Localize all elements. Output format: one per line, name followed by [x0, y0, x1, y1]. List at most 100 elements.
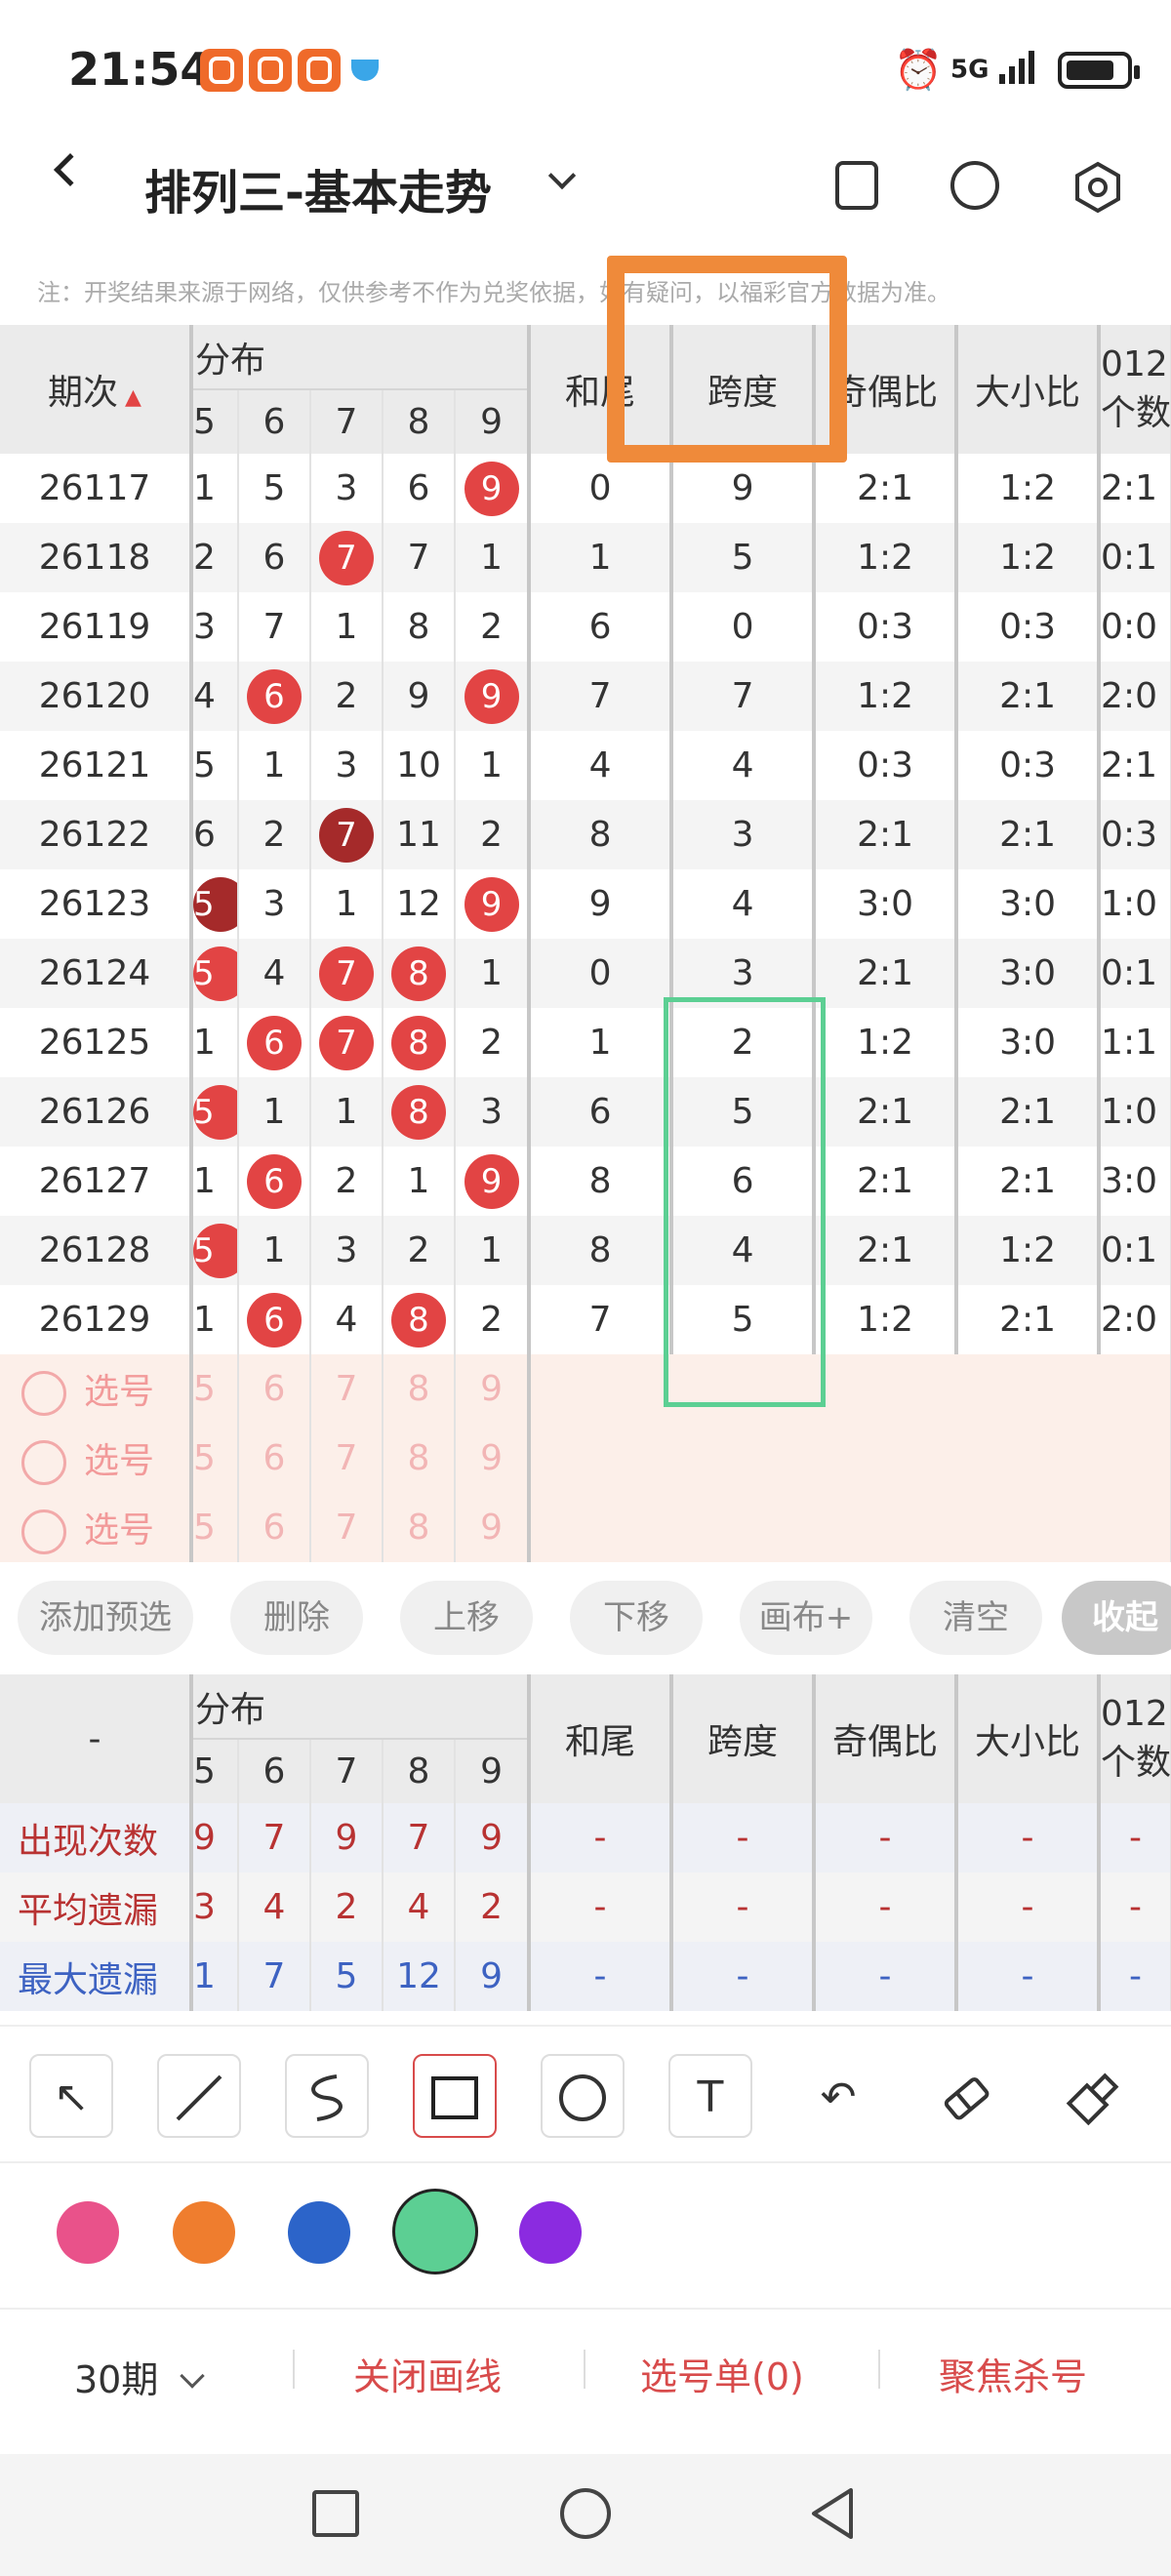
table-row: 26129 1 6 4 8 2 7 5 1:2 2:1 2:0 — [0, 1285, 1171, 1354]
ratio-012-cell: 0:1 — [1099, 1216, 1171, 1285]
table-row: 26119 3 7 1 8 2 6 0 0:3 0:3 0:0 — [0, 592, 1171, 662]
rectangle-icon[interactable] — [413, 2054, 497, 2138]
digit-cell: 3 — [310, 1216, 384, 1285]
digit-cell: 5 — [238, 454, 311, 523]
delete-button[interactable]: 删除 — [230, 1581, 363, 1655]
stats-row: 出现次数 9 7 9 7 9- - - - - — [0, 1803, 1171, 1872]
pick-radio-icon[interactable] — [21, 1370, 66, 1416]
brush-icon[interactable] — [1052, 2054, 1136, 2138]
stats-dash: - — [1099, 1872, 1171, 1942]
pick-digit-cell[interactable]: 6 — [238, 1424, 311, 1493]
line-icon[interactable] — [157, 2054, 241, 2138]
back-nav-icon[interactable] — [808, 2486, 857, 2545]
pick-digit-cell[interactable]: 5 — [191, 1354, 239, 1424]
stats-dash: - — [671, 1872, 817, 1942]
digit-cell: 1 — [455, 1216, 532, 1285]
pick-row[interactable]: 选号 5 6 7 8 9 — [0, 1424, 1171, 1493]
pick-radio-icon[interactable] — [21, 1439, 66, 1485]
pick-digit-cell[interactable]: 8 — [383, 1493, 456, 1562]
curve-icon[interactable] — [285, 2054, 369, 2138]
drawn-number-ball: 6 — [247, 1015, 302, 1070]
undo-icon[interactable]: ↶ — [796, 2054, 880, 2138]
chevron-down-icon[interactable] — [547, 161, 577, 190]
clear-button[interactable]: 清空 — [909, 1581, 1042, 1655]
stats-value: 7 — [383, 1803, 456, 1872]
digit-header: 8 — [383, 1739, 456, 1803]
digit-header: 7 — [310, 1739, 384, 1803]
pick-digit-cell[interactable]: 6 — [238, 1354, 311, 1424]
drawn-number-ball: 8 — [391, 1084, 446, 1140]
digit-cell: 2 — [310, 662, 384, 731]
pick-digit-cell[interactable]: 7 — [310, 1354, 384, 1424]
canvas-plus-button[interactable]: 画布+ — [740, 1581, 872, 1655]
period-cell: 26122 — [0, 800, 193, 869]
pick-digit-cell[interactable]: 8 — [383, 1424, 456, 1493]
share-icon[interactable] — [950, 161, 999, 210]
pick-digit-cell[interactable]: 8 — [383, 1354, 456, 1424]
drawn-rectangle-orange[interactable] — [607, 256, 847, 463]
settings-icon[interactable] — [1071, 161, 1124, 214]
ratio-012-cell: 2:0 — [1099, 1285, 1171, 1354]
phone-rotate-icon[interactable] — [835, 161, 878, 210]
add-preselect-button[interactable]: 添加预选 — [18, 1581, 193, 1655]
digit-cell: 2 — [455, 592, 532, 662]
pick-digit-cell[interactable]: 7 — [310, 1493, 384, 1562]
stats-value: 7 — [238, 1803, 311, 1872]
jiou-cell: 0:3 — [814, 592, 959, 662]
pick-digit-cell[interactable]: 6 — [238, 1493, 311, 1562]
recent-apps-icon[interactable] — [312, 2490, 359, 2537]
digit-cell: 1 — [310, 1077, 384, 1147]
pick-label-cell[interactable]: 选号 — [0, 1493, 193, 1562]
pick-digit-cell[interactable]: 9 — [455, 1354, 532, 1424]
pick-digit-cell[interactable]: 7 — [310, 1424, 384, 1493]
pick-row[interactable]: 选号 5 6 7 8 9 — [0, 1354, 1171, 1424]
pick-digit-cell[interactable]: 5 — [191, 1424, 239, 1493]
pick-label-cell[interactable]: 选号 — [0, 1424, 193, 1493]
stats-dash: - — [956, 1942, 1102, 2011]
selection-list-button[interactable]: 选号单(0) — [640, 2347, 804, 2400]
digit-cell: 5 — [191, 939, 239, 1008]
table-row: 26126 5 1 1 8 3 6 5 2:1 2:1 1:0 — [0, 1077, 1171, 1147]
digit-cell: 5 — [191, 1216, 239, 1285]
pick-label-cell[interactable]: 选号 — [0, 1354, 193, 1424]
network-label: 5G — [950, 55, 989, 85]
daxiao-cell: 0:3 — [956, 731, 1102, 800]
page-title[interactable]: 排列三-基本走势 — [144, 154, 492, 222]
jiou-cell: 2:1 — [814, 1216, 959, 1285]
home-icon[interactable] — [560, 2488, 611, 2539]
pick-digit-cell[interactable]: 9 — [455, 1424, 532, 1493]
back-icon[interactable] — [54, 153, 87, 186]
color-swatch-purple[interactable] — [519, 2201, 582, 2264]
period-select[interactable]: 30期 — [74, 2350, 206, 2403]
focus-kill-button[interactable]: 聚焦杀号 — [939, 2347, 1087, 2400]
digit-cell: 2 — [191, 523, 239, 592]
color-swatch-green-selected[interactable] — [392, 2189, 478, 2274]
period-cell: 26127 — [0, 1147, 193, 1216]
color-swatch-orange[interactable] — [173, 2201, 235, 2264]
pick-digit-cell[interactable]: 5 — [191, 1493, 239, 1562]
eraser-icon[interactable] — [924, 2054, 1008, 2138]
text-icon[interactable]: T — [668, 2054, 752, 2138]
close-drawing-button[interactable]: 关闭画线 — [353, 2347, 502, 2400]
drawn-number-ball: 7 — [319, 530, 374, 585]
collapse-button[interactable]: 收起 — [1062, 1581, 1171, 1655]
move-down-button[interactable]: 下移 — [570, 1581, 703, 1655]
color-swatch-blue[interactable] — [288, 2201, 350, 2264]
color-swatch-pink[interactable] — [57, 2201, 119, 2264]
move-up-button[interactable]: 上移 — [400, 1581, 533, 1655]
period-header[interactable]: 期次 ▲ — [0, 325, 193, 454]
circle-icon[interactable] — [541, 2054, 625, 2138]
pick-radio-icon[interactable] — [21, 1509, 66, 1554]
pick-row[interactable]: 选号 5 6 7 8 9 — [0, 1493, 1171, 1562]
digit-header: 5 — [191, 1739, 239, 1803]
app-notification-icon — [249, 49, 292, 92]
stats-dash: - — [529, 1872, 674, 1942]
pick-digit-cell[interactable]: 9 — [455, 1493, 532, 1562]
digit-header: 6 — [238, 1739, 311, 1803]
arrow-icon[interactable]: ↖ — [29, 2054, 113, 2138]
digit-cell: 7 — [383, 523, 456, 592]
digit-header: 6 — [238, 389, 311, 454]
jiou-cell: 2:1 — [814, 454, 959, 523]
drawn-rectangle-green[interactable] — [664, 997, 826, 1407]
digit-cell: 8 — [383, 1008, 456, 1077]
